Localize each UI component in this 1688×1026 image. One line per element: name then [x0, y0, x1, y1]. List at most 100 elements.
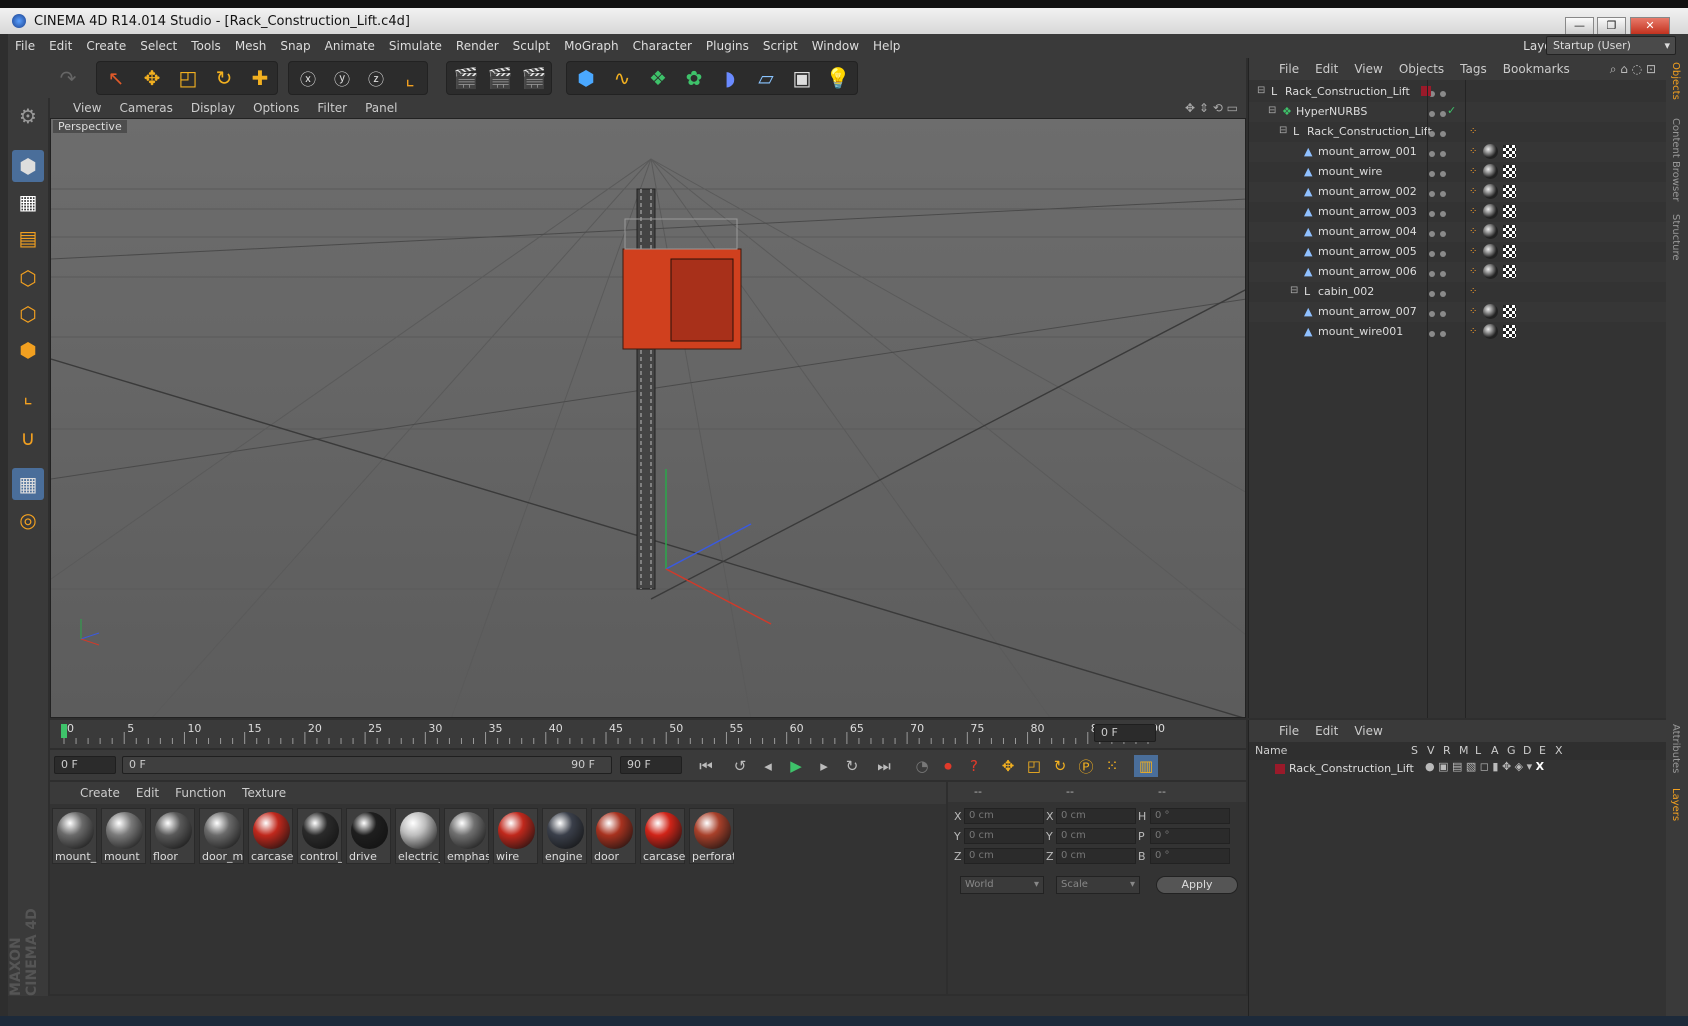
object-row[interactable]: ⊟ L Rack_Construction_Lift ⁘ — [1249, 122, 1667, 142]
menu-edit[interactable]: Edit — [42, 39, 79, 53]
preview-range-slider[interactable]: 0 F 90 F — [122, 756, 612, 774]
workplane-lock-button[interactable]: ▦ — [12, 468, 44, 500]
rotation-b-field[interactable]: 0 ° — [1150, 848, 1230, 864]
layer-col-flag[interactable]: L — [1475, 744, 1481, 757]
layer-col-name[interactable]: Name — [1255, 744, 1287, 757]
phong-tag-icon[interactable]: ⁘ — [1469, 146, 1477, 157]
menu-sculpt[interactable]: Sculpt — [506, 39, 557, 53]
live-select-button[interactable]: ↖ — [100, 62, 132, 94]
material-tag-icon[interactable] — [1483, 164, 1498, 179]
record-mode-button[interactable]: ◔ — [910, 755, 934, 777]
material-swatch[interactable]: carcase_ — [248, 808, 293, 864]
tab-content-browser[interactable]: Content Browser — [1670, 118, 1681, 201]
phong-tag-icon[interactable]: ⁘ — [1469, 226, 1477, 237]
x-axis-toggle[interactable]: ⓧ — [292, 62, 324, 94]
visibility-dots[interactable] — [1429, 187, 1451, 200]
editor-visibility-dot[interactable] — [1429, 191, 1435, 197]
key-position-button[interactable]: ✥ — [996, 755, 1020, 777]
editor-visibility-dot[interactable] — [1429, 171, 1435, 177]
menu-select[interactable]: Select — [133, 39, 184, 53]
material-tag-icon[interactable] — [1483, 324, 1498, 339]
render-visibility-dot[interactable] — [1440, 171, 1446, 177]
minimize-button[interactable]: — — [1565, 17, 1594, 35]
phong-tag-icon[interactable]: ⁘ — [1469, 166, 1477, 177]
z-axis-toggle[interactable]: ⓩ — [360, 62, 392, 94]
deformer-button[interactable]: ◗ — [714, 62, 746, 94]
menu-window[interactable]: Window — [805, 39, 866, 53]
recent-tool-button[interactable]: ✚ — [244, 62, 276, 94]
expand-toggle-icon[interactable]: ⊟ — [1290, 285, 1298, 296]
texture-tag-icon[interactable] — [1503, 325, 1516, 338]
viewport-menu-view[interactable]: View — [64, 101, 110, 115]
axis-mode-button[interactable]: ⌞ — [12, 380, 44, 412]
visibility-dots[interactable] — [1429, 127, 1451, 140]
object-menu-objects[interactable]: Objects — [1391, 62, 1452, 76]
object-row[interactable]: ▲ mount_arrow_001 ⁘ — [1249, 142, 1667, 162]
menu-script[interactable]: Script — [756, 39, 805, 53]
tab-attributes[interactable]: Attributes — [1670, 724, 1681, 773]
material-swatch[interactable]: mount — [101, 808, 146, 864]
material-swatch[interactable]: mount_ — [52, 808, 97, 864]
move-tool-button[interactable]: ✥ — [136, 62, 168, 94]
phong-tag-icon[interactable]: ⁘ — [1469, 326, 1477, 337]
viewport-menu-options[interactable]: Options — [244, 101, 308, 115]
layer-color-swatch[interactable] — [1275, 764, 1285, 774]
texture-tag-icon[interactable] — [1503, 245, 1516, 258]
editor-visibility-dot[interactable] — [1429, 131, 1435, 137]
nurbs-button[interactable]: ❖ — [642, 62, 674, 94]
render-visibility-dot[interactable] — [1440, 131, 1446, 137]
material-swatch[interactable]: control_ — [297, 808, 342, 864]
position-y-field[interactable]: 0 cm — [964, 828, 1044, 844]
object-row[interactable]: ⊟ L Rack_Construction_Lift — [1249, 82, 1667, 102]
coordinate-system-button[interactable]: ⌞ — [394, 62, 426, 94]
layer-flag-icons[interactable]: ● ▣ ▤ ▧ ◻ ▮ ✥ ◈ ▾ X — [1425, 760, 1544, 773]
layer-row[interactable]: Rack_Construction_Lift ● ▣ ▤ ▧ ◻ ▮ ✥ ◈ ▾… — [1249, 760, 1666, 778]
key-scale-button[interactable]: ◰ — [1022, 755, 1046, 777]
viewport-menu-display[interactable]: Display — [182, 101, 244, 115]
viewport-menu-filter[interactable]: Filter — [308, 101, 356, 115]
object-row[interactable]: ▲ mount_arrow_002 ⁘ — [1249, 182, 1667, 202]
material-swatch[interactable]: drive — [346, 808, 391, 864]
visibility-dots[interactable] — [1429, 167, 1451, 180]
texture-tag-icon[interactable] — [1503, 265, 1516, 278]
visibility-dots[interactable] — [1429, 227, 1451, 240]
layer-col-flag[interactable]: V — [1427, 744, 1435, 757]
render-visibility-dot[interactable] — [1440, 151, 1446, 157]
render-settings-button[interactable]: 🎬 — [518, 62, 550, 94]
apply-button[interactable]: Apply — [1156, 876, 1238, 894]
texture-tag-icon[interactable] — [1503, 165, 1516, 178]
material-tag-icon[interactable] — [1483, 244, 1498, 259]
object-manager-nav-icons[interactable]: ⌕ ⌂ ◌ ⊡ — [1610, 62, 1656, 77]
visibility-dots[interactable] — [1429, 327, 1451, 340]
solo-button[interactable]: ◎ — [12, 504, 44, 536]
previous-key-button[interactable]: ↺ — [728, 755, 752, 777]
material-swatch[interactable]: door_m — [199, 808, 244, 864]
light-button[interactable]: 💡 — [822, 62, 854, 94]
spline-button[interactable]: ∿ — [606, 62, 638, 94]
tab-layers[interactable]: Layers — [1670, 788, 1681, 821]
phong-tag-icon[interactable]: ⁘ — [1469, 246, 1477, 257]
current-frame-field[interactable]: 0 F — [1094, 724, 1156, 742]
make-editable-button[interactable]: ⚙ — [12, 100, 44, 132]
visibility-dots[interactable] — [1429, 287, 1451, 300]
viewport-menu-panel[interactable]: Panel — [356, 101, 406, 115]
viewport-menu-cameras[interactable]: Cameras — [110, 101, 181, 115]
play-button[interactable]: ▶ — [784, 755, 808, 777]
render-visibility-dot[interactable] — [1440, 251, 1446, 257]
render-view-button[interactable]: 🎬 — [450, 62, 482, 94]
object-row[interactable]: ⊟ ❖ HyperNURBS ✓ — [1249, 102, 1667, 122]
next-frame-button[interactable]: ▸ — [812, 755, 836, 777]
viewport-nav-icons[interactable]: ✥ ⇕ ⟲ ▭ — [1185, 101, 1238, 115]
object-row[interactable]: ▲ mount_arrow_005 ⁘ — [1249, 242, 1667, 262]
layer-col-flag[interactable]: X — [1555, 744, 1563, 757]
size-mode-select[interactable]: Scale ▾ — [1056, 876, 1140, 894]
visibility-dots[interactable] — [1429, 207, 1451, 220]
object-row[interactable]: ▲ mount_arrow_004 ⁘ — [1249, 222, 1667, 242]
layer-col-flag[interactable]: S — [1411, 744, 1418, 757]
visibility-dots[interactable] — [1429, 87, 1451, 100]
phong-tag-icon[interactable]: ⁘ — [1469, 126, 1477, 137]
autokey-button[interactable]: ? — [962, 755, 986, 777]
layer-menu-file[interactable]: File — [1271, 724, 1307, 738]
phong-tag-icon[interactable]: ⁘ — [1469, 186, 1477, 197]
go-to-start-button[interactable]: ⏮ — [694, 755, 718, 777]
